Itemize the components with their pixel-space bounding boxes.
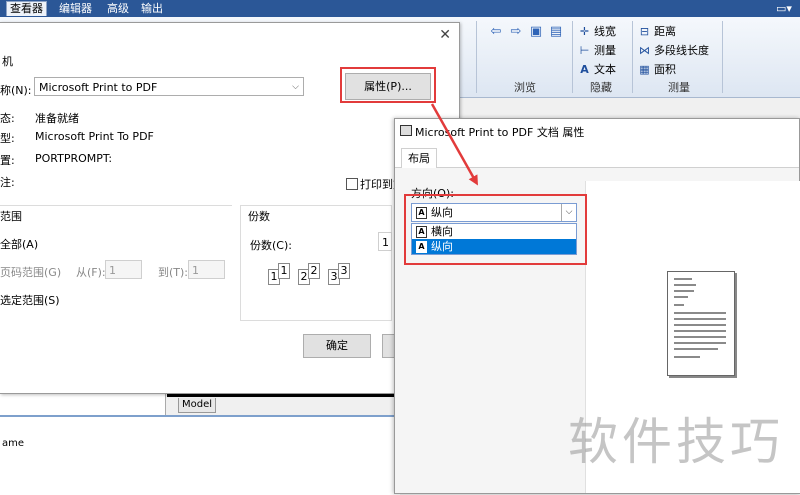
- watermark-text: 软件技巧: [568, 413, 784, 471]
